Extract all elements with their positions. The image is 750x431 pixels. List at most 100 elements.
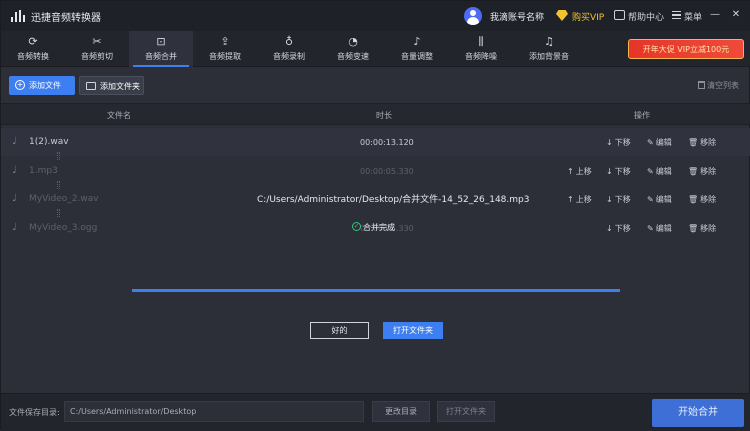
tab-audio-cut[interactable]: ✂ 音频剪切 [65,31,129,67]
menu-button[interactable]: 菜单 [684,10,702,23]
add-file-label: 添加文件 [29,81,61,90]
move-up-label: 上移 [575,195,592,204]
music-note-icon: ♩ [12,136,17,147]
tab-label: 音频合并 [145,52,177,61]
promo-banner[interactable]: 开年大促 VIP立减100元 [628,39,744,59]
buy-vip-link[interactable]: 购买VIP [572,10,604,23]
trash-icon [698,81,705,89]
account-name[interactable]: 我滴账号名称 [490,10,544,23]
file-name: MyVideo_3.ogg [29,223,98,233]
app-logo-icon [11,10,25,22]
move-down-label: 下移 [614,138,631,147]
clear-list-label: 清空列表 [707,81,739,90]
promo-text: 开年大促 VIP立减100元 [642,45,730,54]
table-row[interactable]: ♩ 1(2).wav 00:00:13.120 ↓ 下移 ✎ 编辑 🗑 移除 [1,128,750,160]
trash-icon: 🗑 [688,138,699,147]
file-duration: 00:00:05.330 [360,167,414,176]
music-note-icon: ♩ [12,193,17,204]
refresh-icon: ⟳ [28,35,38,48]
microphone-icon: ♁ [284,35,294,48]
merge-status-text: 合并完成 [363,223,395,232]
move-down-button[interactable]: ↓ 下移 [606,194,631,205]
tab-audio-convert[interactable]: ⟳ 音频转换 [1,31,65,67]
ok-button[interactable]: 好的 [310,322,369,339]
remove-button[interactable]: 🗑 移除 [688,166,716,177]
progress-bar [132,289,620,292]
remove-button[interactable]: 🗑 移除 [688,223,716,234]
minimize-button[interactable]: — [708,8,722,22]
save-dir-label: 文件保存目录: [9,408,60,417]
tab-label: 音频变速 [337,52,369,61]
tab-label: 音频降噪 [465,52,497,61]
remove-button[interactable]: 🗑 移除 [688,137,716,148]
arrow-up-icon: ↑ [567,167,574,176]
tab-audio-merge[interactable]: ⊡ 音频合并 [129,31,193,67]
remove-label: 移除 [700,224,717,233]
table-row[interactable]: ♩ 1.mp3 00:00:05.330 ↑ 上移 ↓ 下移 ✎ 编辑 🗑 移除 [1,157,750,189]
noise-reduce-icon: ⫼ [478,35,484,48]
tab-add-background-music[interactable]: ♫ 添加背景音 [513,31,585,67]
tab-noise-reduce[interactable]: ⫼ 音频降噪 [449,31,513,67]
plus-icon: + [15,80,25,90]
vip-diamond-icon[interactable] [556,10,568,21]
tab-label: 添加背景音 [529,52,569,61]
add-folder-button[interactable]: 添加文件夹 [79,76,144,95]
footer-open-folder-button[interactable]: 打开文件夹 [437,401,495,422]
menu-icon[interactable] [672,11,681,19]
help-center-link[interactable]: 帮助中心 [628,10,664,23]
trash-icon: 🗑 [688,224,699,233]
remove-button[interactable]: 🗑 移除 [688,194,716,205]
move-down-button[interactable]: ↓ 下移 [606,223,631,234]
start-merge-button[interactable]: 开始合并 [652,399,744,427]
trash-icon: 🗑 [688,167,699,176]
move-up-button[interactable]: ↑ 上移 [567,166,592,177]
file-name: 1.mp3 [29,166,58,176]
change-dir-button[interactable]: 更改目录 [372,401,430,422]
save-dir-field[interactable]: C:/Users/Administrator/Desktop [64,401,364,422]
edit-label: 编辑 [655,195,672,204]
edit-label: 编辑 [655,224,672,233]
move-down-button[interactable]: ↓ 下移 [606,137,631,148]
arrow-down-icon: ↓ [606,224,613,233]
extract-icon: ⇪ [220,35,230,48]
tab-volume-adjust[interactable]: ♪ 音量调整 [385,31,449,67]
edit-icon: ✎ [647,224,654,233]
edit-button[interactable]: ✎ 编辑 [647,194,672,205]
help-icon[interactable] [614,10,625,20]
edit-button[interactable]: ✎ 编辑 [647,166,672,177]
music-icon: ♫ [544,35,554,48]
tab-audio-extract[interactable]: ⇪ 音频提取 [193,31,257,67]
avatar[interactable] [464,7,482,25]
tab-label: 音频录制 [273,52,305,61]
move-down-label: 下移 [614,195,631,204]
remove-label: 移除 [700,138,717,147]
edit-icon: ✎ [647,195,654,204]
open-folder-button[interactable]: 打开文件夹 [383,322,443,339]
edit-icon: ✎ [647,167,654,176]
edit-button[interactable]: ✎ 编辑 [647,137,672,148]
volume-icon: ♪ [413,35,421,48]
add-file-button[interactable]: + 添加文件 [9,76,75,95]
tab-audio-speed[interactable]: ◔ 音频变速 [321,31,385,67]
scissors-icon: ✂ [92,35,102,48]
move-up-button[interactable]: ↑ 上移 [567,194,592,205]
music-note-icon: ♩ [12,222,17,233]
header-operations: 操作 [634,111,650,120]
folder-icon [86,82,96,90]
app-window: 迅捷音频转换器 我滴账号名称 购买VIP 帮助中心 菜单 — ✕ ⟳ 音频转换 … [0,0,750,431]
tab-label: 音频转换 [17,52,49,61]
edit-label: 编辑 [655,138,672,147]
edit-button[interactable]: ✎ 编辑 [647,223,672,234]
edit-label: 编辑 [655,167,672,176]
file-name: 1(2).wav [29,137,69,147]
move-down-button[interactable]: ↓ 下移 [606,166,631,177]
clear-list-button[interactable]: 清空列表 [698,80,739,91]
tab-audio-record[interactable]: ♁ 音频录制 [257,31,321,67]
arrow-down-icon: ↓ [606,167,613,176]
arrow-down-icon: ↓ [606,138,613,147]
move-down-label: 下移 [614,224,631,233]
arrow-up-icon: ↑ [567,195,574,204]
close-button[interactable]: ✕ [729,8,743,22]
move-up-label: 上移 [575,167,592,176]
app-title: 迅捷音频转换器 [31,13,101,24]
